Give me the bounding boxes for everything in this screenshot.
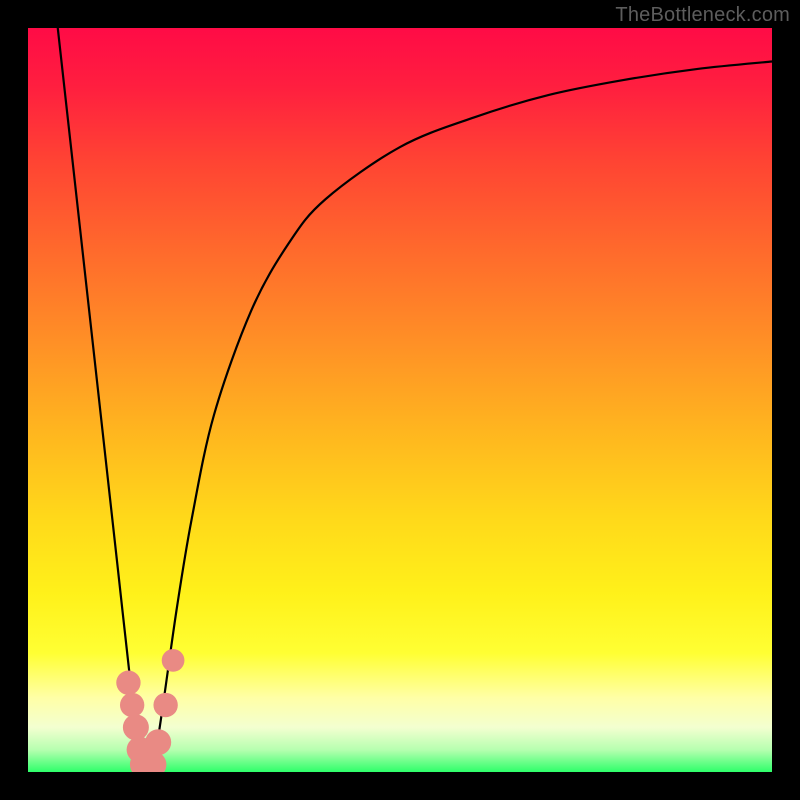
marker-dot [120, 693, 144, 717]
chart-frame: TheBottleneck.com [0, 0, 800, 800]
marker-dot [153, 693, 177, 717]
marker-dot [123, 714, 149, 740]
plot-area [28, 28, 772, 772]
attribution-text: TheBottleneck.com [615, 4, 790, 27]
marker-dot [116, 671, 140, 695]
marker-dot [162, 649, 185, 672]
highlighted-points [116, 649, 184, 772]
marker-dot [145, 729, 171, 755]
curve-layer [28, 28, 772, 772]
